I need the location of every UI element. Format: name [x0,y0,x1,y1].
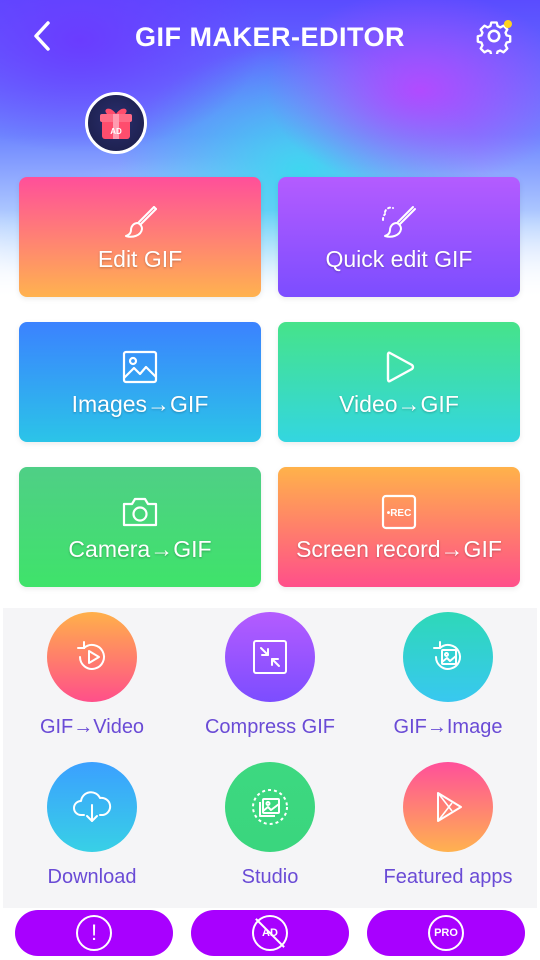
pro-button[interactable]: PRO [367,910,525,956]
promo-gift-button[interactable]: AD [85,92,147,154]
notification-dot [504,20,512,28]
tool-label: Featured apps [383,866,513,888]
card-label: Images→GIF [71,390,209,417]
camera-to-gif-card[interactable]: Camera→GIF [19,467,261,587]
camera-icon [122,497,158,526]
feedback-button[interactable]: ! [15,910,173,956]
alert-icon-text: ! [90,920,98,945]
cloud-download-icon [73,791,112,822]
tool-label: GIF→Video [39,716,145,738]
gif-to-image-tool[interactable]: GIF→Image [359,608,537,758]
alert-icon: ! [76,915,112,951]
gift-badge-text: AD [110,127,122,136]
screen-record-to-gif-card[interactable]: •REC Screen record→GIF [278,467,520,587]
edit-gif-card[interactable]: Edit GIF [19,177,261,297]
featured-apps-tool[interactable]: Featured apps [359,758,537,908]
download-tool[interactable]: Download [3,758,181,908]
page-title: GIF MAKER-EDITOR [135,21,405,52]
image-icon [122,350,158,383]
play-icon [386,351,415,382]
studio-tool[interactable]: Studio [181,758,359,908]
no-ads-slash [255,918,285,948]
settings-button[interactable] [474,16,514,56]
gif-to-video-icon [77,641,105,670]
card-label: Edit GIF [97,245,183,272]
back-chevron-icon [34,21,50,51]
brush-icon [125,205,157,238]
compress-icon [253,640,287,674]
card-label: Screen record→GIF [296,535,502,562]
gift-box-icon: AD [100,108,132,139]
card-label: Quick edit GIF [325,245,473,272]
remove-ads-button[interactable]: AD [191,910,349,956]
tool-label: Studio [241,866,299,888]
images-to-gif-card[interactable]: Images→GIF [19,322,261,442]
no-ads-icon: AD [252,915,288,951]
card-label: Video→GIF [339,390,459,417]
tool-label: Download [47,866,137,888]
quick-edit-gif-card[interactable]: Quick edit GIF [278,177,520,297]
rec-text: •REC [387,508,412,519]
card-label: Camera→GIF [68,535,212,562]
tool-label: GIF→Image [393,716,503,738]
quick-brush-icon [382,205,416,238]
app-header: GIF MAKER-EDITOR [0,0,540,74]
studio-gallery-icon [252,789,288,825]
bottom-bar: ! AD PRO [0,908,540,960]
rec-icon: •REC [381,494,417,529]
gif-to-video-tool[interactable]: GIF→Video [3,608,181,758]
tool-label: Compress GIF [204,716,336,738]
pro-text: PRO [434,927,458,939]
back-button[interactable] [24,18,60,54]
pro-icon: PRO [428,915,464,951]
tools-panel: GIF→Video Compress GIF GIF→Image Downloa… [3,608,537,908]
play-store-icon [437,792,462,822]
video-to-gif-card[interactable]: Video→GIF [278,322,520,442]
gif-to-image-icon [433,641,461,670]
compress-gif-tool[interactable]: Compress GIF [181,608,359,758]
